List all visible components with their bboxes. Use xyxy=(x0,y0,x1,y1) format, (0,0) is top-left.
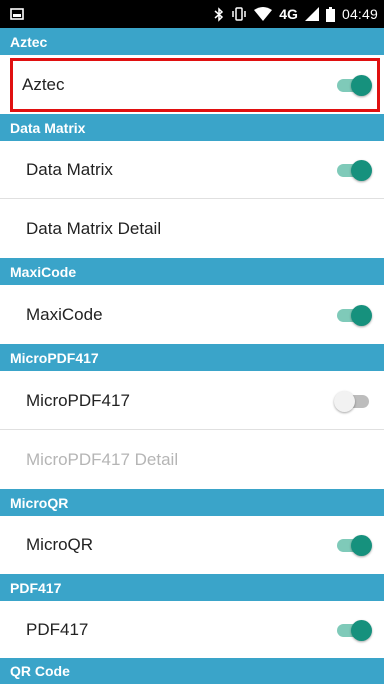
data-matrix-detail-row[interactable]: Data Matrix Detail xyxy=(0,200,384,258)
data-matrix-toggle[interactable] xyxy=(334,158,372,182)
pdf417-row[interactable]: PDF417 xyxy=(0,601,384,658)
screenshot-icon xyxy=(10,8,24,20)
battery-icon xyxy=(325,6,335,22)
wifi-icon xyxy=(254,7,273,21)
microqr-label: MicroQR xyxy=(26,535,94,554)
data-matrix-label: Data Matrix xyxy=(26,160,113,179)
section-header-qr-code: QR Code xyxy=(0,658,384,684)
section-header-microqr: MicroQR xyxy=(0,489,384,516)
micropdf417-detail-label: MicroPDF417 Detail xyxy=(26,450,179,469)
micropdf417-row[interactable]: MicroPDF417 xyxy=(0,371,384,430)
aztec-toggle[interactable] xyxy=(334,73,372,97)
section-header-maxicode: MaxiCode xyxy=(0,258,384,285)
section-header-micropdf417: MicroPDF417 xyxy=(0,344,384,371)
status-bar: 4G 04:49 xyxy=(0,0,384,28)
data-matrix-row[interactable]: Data Matrix xyxy=(0,141,384,199)
network-type: 4G xyxy=(279,6,298,22)
clock: 04:49 xyxy=(341,6,378,22)
microqr-row[interactable]: MicroQR xyxy=(0,516,384,574)
maxicode-toggle[interactable] xyxy=(334,303,372,327)
aztec-label: Aztec xyxy=(22,75,65,94)
micropdf417-toggle[interactable] xyxy=(334,389,372,413)
pdf417-toggle[interactable] xyxy=(334,618,372,642)
micropdf417-detail-row: MicroPDF417 Detail xyxy=(0,431,384,489)
section-header-data-matrix: Data Matrix xyxy=(0,114,384,141)
section-header-pdf417: PDF417 xyxy=(0,574,384,601)
bluetooth-icon xyxy=(214,6,224,22)
data-matrix-detail-label: Data Matrix Detail xyxy=(26,219,162,238)
microqr-toggle[interactable] xyxy=(334,533,372,557)
section-header-aztec: Aztec xyxy=(0,28,384,55)
maxicode-label: MaxiCode xyxy=(26,304,103,324)
micropdf417-label: MicroPDF417 xyxy=(26,390,130,410)
pdf417-label: PDF417 xyxy=(26,619,89,639)
vibrate-icon xyxy=(231,7,247,21)
signal-icon xyxy=(304,7,319,21)
aztec-row[interactable]: Aztec xyxy=(0,58,384,112)
maxicode-row[interactable]: MaxiCode xyxy=(0,285,384,344)
